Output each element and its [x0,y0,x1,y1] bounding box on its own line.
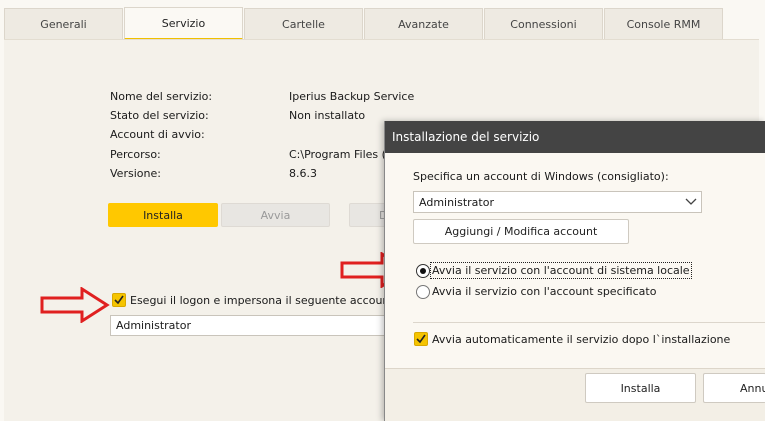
radio-specified-account[interactable] [416,285,430,299]
tab-label: Cartelle [282,17,325,31]
tab-label: Connessioni [510,17,577,31]
path-value: C:\Program Files (x8 [289,148,400,161]
checkmark-icon [114,295,124,305]
dialog-install-label: Installa [620,381,661,395]
divider [413,322,765,323]
radio-local-system[interactable] [416,264,430,278]
red-arrow-icon [40,287,110,323]
tab-console-rmm[interactable]: Console RMM [604,8,723,39]
stop-service-button[interactable]: D [349,203,389,227]
install-button-label: Installa [143,208,183,222]
service-status-label: Stato del servizio: [110,109,209,122]
start-button-label: Avvia [260,208,291,222]
settings-window: Generali Servizio Cartelle Avanzate Conn… [0,0,765,421]
autostart-label: Avvia automaticamente il servizio dopo l… [432,333,731,346]
tab-connessioni[interactable]: Connessioni [484,8,603,39]
logon-checkbox-label: Esegui il logon e impersona il seguente … [130,294,398,307]
tab-servizio[interactable]: Servizio [124,7,243,40]
service-name-label: Nome del servizio: [110,90,213,103]
dialog-footer: Installa Annu [385,368,765,421]
account-select-value: Administrator [419,195,494,209]
logon-account-value: Administrator [116,319,191,332]
start-service-button[interactable]: Avvia [221,203,330,227]
radio-specified-account-label: Avvia il servizio con l'account specific… [432,285,657,298]
dialog-title: Installazione del servizio [392,130,540,144]
tab-cartelle[interactable]: Cartelle [244,8,363,39]
service-name-value: Iperius Backup Service [289,90,415,103]
tab-generali[interactable]: Generali [4,8,123,39]
version-value: 8.6.3 [289,167,317,180]
tab-label: Servizio [161,16,206,30]
logon-account-field[interactable]: Administrator [110,315,390,336]
tab-avanzate[interactable]: Avanzate [364,8,483,39]
tab-label: Console RMM [626,17,701,31]
add-modify-account-label: Aggiungi / Modifica account [444,225,598,238]
startup-account-label: Account di avvio: [110,128,205,141]
checkmark-icon [416,334,426,344]
tab-label: Avanzate [398,17,449,31]
logon-checkbox[interactable] [112,293,126,307]
version-label: Versione: [110,167,161,180]
dialog-cancel-button[interactable]: Annu [703,373,765,403]
install-service-dialog: Installazione del servizio Specifica un … [384,121,765,421]
dialog-title-bar[interactable]: Installazione del servizio [385,121,765,153]
account-prompt-label: Specifica un account di Windows (consigl… [413,170,669,183]
tab-label: Generali [40,17,87,31]
dialog-cancel-label: Annu [740,381,765,395]
dialog-install-button[interactable]: Installa [585,373,696,403]
radio-local-system-label: Avvia il servizio con l'account di siste… [430,262,692,279]
chevron-down-icon [685,198,697,205]
account-select[interactable]: Administrator [413,191,702,213]
add-modify-account-button[interactable]: Aggiungi / Modifica account [413,219,629,244]
service-status-value: Non installato [289,109,366,122]
autostart-checkbox[interactable] [414,332,428,346]
path-label: Percorso: [110,148,161,161]
install-service-button[interactable]: Installa [108,203,218,227]
